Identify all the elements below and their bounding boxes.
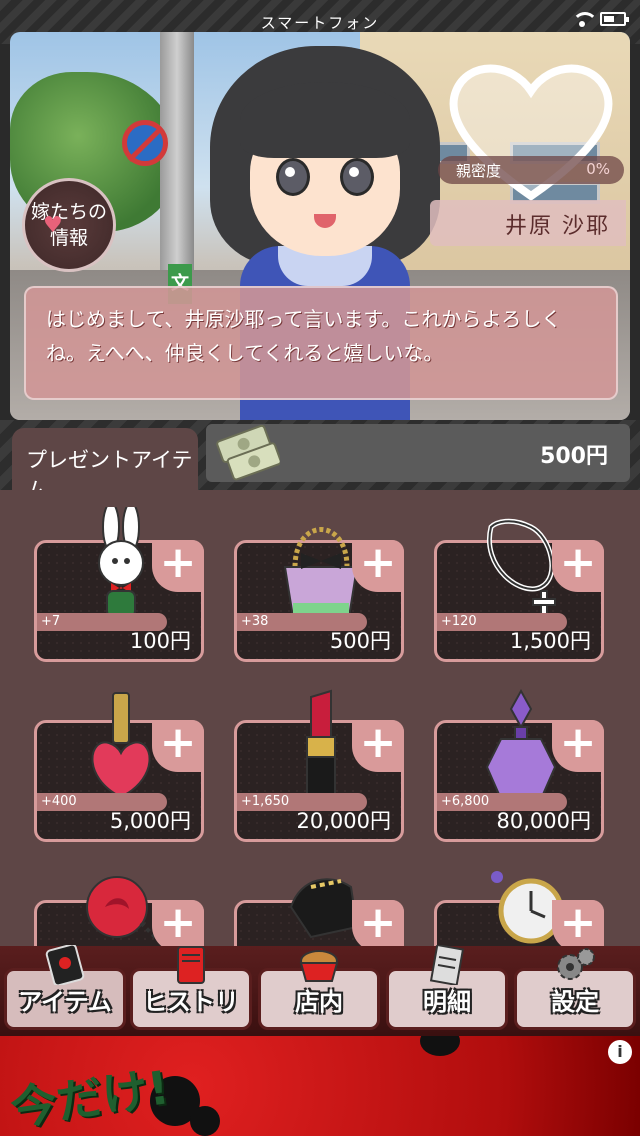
item-card[interactable]: + +6,800 80,000円 bbox=[434, 688, 604, 842]
ad-banner[interactable]: 今だけ! i bbox=[0, 1036, 640, 1136]
add-item-button[interactable]: + bbox=[352, 540, 404, 592]
item-card[interactable]: + bbox=[234, 878, 404, 946]
money-icon bbox=[216, 424, 280, 481]
item-price: 500円 bbox=[329, 629, 391, 653]
nav-shop-label: 店内 bbox=[295, 988, 343, 1016]
item-price: 100円 bbox=[129, 629, 191, 653]
tab-present-items[interactable]: プレゼントアイテム bbox=[12, 428, 198, 502]
item-card-icon bbox=[45, 945, 85, 985]
affection-value: 0% bbox=[586, 160, 610, 178]
battery-icon bbox=[600, 12, 629, 26]
item-price: 1,500円 bbox=[509, 629, 591, 653]
status-icons bbox=[572, 12, 629, 27]
character-info-button[interactable]: ♥ 嫁たちの 情報 bbox=[22, 178, 116, 272]
money-amount: 500円 bbox=[540, 444, 608, 469]
item-price: 80,000円 bbox=[496, 809, 591, 833]
item-card[interactable]: + bbox=[434, 871, 604, 946]
nav-item-label: アイテム bbox=[18, 988, 112, 1016]
heart-icon: ♥ bbox=[43, 213, 63, 238]
character-eye-left bbox=[276, 158, 310, 196]
affection-label: 親密度 bbox=[456, 162, 502, 180]
add-item-button[interactable]: + bbox=[552, 900, 604, 946]
nav-shop-button[interactable]: 店内 bbox=[258, 950, 380, 1030]
bottom-nav: アイテム ヒストリー 店内 明細 設定 bbox=[0, 945, 640, 1078]
item-card[interactable]: + +400 5,000円 bbox=[34, 692, 204, 842]
ad-splat bbox=[190, 1106, 220, 1136]
add-item-button[interactable]: + bbox=[352, 900, 404, 946]
info-icon[interactable]: i bbox=[608, 1040, 632, 1064]
nav-details-button[interactable]: 明細 bbox=[386, 945, 508, 1030]
notebook-icon bbox=[177, 946, 205, 984]
info-button-line1: 嫁たちの bbox=[30, 201, 107, 223]
present-header: プレゼントアイテム 500円 bbox=[0, 420, 640, 502]
add-item-button[interactable]: + bbox=[152, 900, 204, 946]
dialog-box[interactable]: はじめまして、井原沙耶って言います。これからよろしくね。えへへ、仲良くしてくれる… bbox=[24, 286, 618, 400]
nav-details-label: 明細 bbox=[423, 988, 471, 1016]
nav-item-button[interactable]: アイテム bbox=[4, 945, 126, 1030]
nav-settings-button[interactable]: 設定 bbox=[514, 948, 636, 1030]
food-bowl-icon bbox=[299, 950, 339, 982]
no-parking-sign-icon bbox=[122, 120, 168, 166]
item-card[interactable]: + +120 1,500円 bbox=[434, 518, 604, 662]
character-eye-right bbox=[340, 158, 374, 196]
character-bangs bbox=[240, 82, 410, 158]
item-card[interactable]: + bbox=[34, 876, 204, 946]
nav-history-button[interactable]: ヒストリー bbox=[130, 946, 252, 1078]
ad-text: 今だけ! bbox=[7, 1060, 173, 1136]
receipt-icon bbox=[429, 945, 465, 985]
money-bar: 500円 bbox=[206, 424, 630, 482]
item-price: 20,000円 bbox=[296, 809, 391, 833]
nav-settings-label: 設定 bbox=[551, 988, 599, 1016]
items-grid: + +7 100円 + +38 500円 + +120 1,500円 + +40… bbox=[0, 490, 640, 946]
item-price: 5,000円 bbox=[109, 809, 191, 833]
add-item-button[interactable]: + bbox=[352, 720, 404, 772]
item-card[interactable]: + +38 500円 bbox=[234, 527, 404, 662]
ad-splat bbox=[420, 1036, 460, 1056]
status-title: スマートフォン bbox=[260, 14, 380, 32]
add-item-button[interactable]: + bbox=[552, 720, 604, 772]
gear-icon bbox=[557, 948, 595, 980]
character-scene: 文 親密度 0% 井原 沙耶 ♥ 嫁たちの 情報 はじめまして、井原沙耶って言い… bbox=[10, 32, 630, 420]
info-button-line2: 情報 bbox=[49, 227, 88, 249]
character-name-plate: 井原 沙耶 bbox=[430, 200, 626, 246]
add-item-button[interactable]: + bbox=[152, 540, 204, 592]
item-card[interactable]: + +1,650 20,000円 bbox=[234, 689, 404, 842]
item-card[interactable]: + +7 100円 bbox=[34, 507, 204, 662]
affection-panel: 親密度 0% bbox=[438, 156, 624, 184]
add-item-button[interactable]: + bbox=[552, 540, 604, 592]
wifi-icon bbox=[572, 12, 598, 27]
add-item-button[interactable]: + bbox=[152, 720, 204, 772]
